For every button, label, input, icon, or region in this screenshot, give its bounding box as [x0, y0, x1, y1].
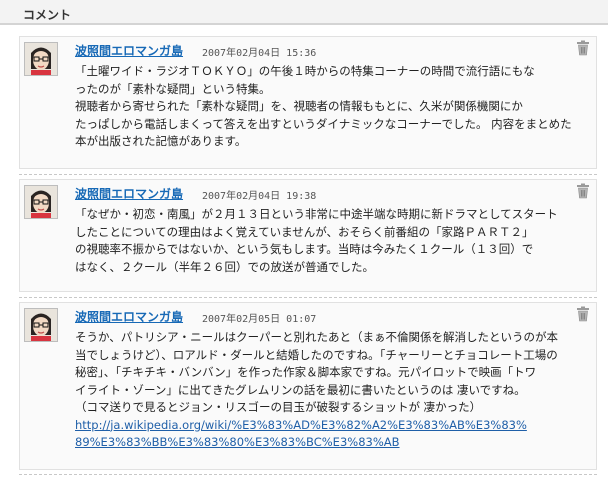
avatar[interactable]	[24, 42, 58, 76]
comment-author-link[interactable]: 波照間エロマンガ島	[75, 308, 183, 325]
comment-body: そうか、パトリシア・ニールはクーパーと別れたあと（まぁ不倫関係を解消したというの…	[75, 329, 588, 452]
trash-icon[interactable]	[576, 40, 590, 56]
comment-text-line: はなく、２クール（半年２６回）での放送が普通でした。	[75, 259, 374, 274]
comment-author-link[interactable]: 波照間エロマンガ島	[75, 42, 183, 59]
comment-separator	[19, 174, 597, 175]
comment-text-line: 本が出版された記憶があります。	[75, 134, 247, 148]
comment-body: 「土曜ワイド・ラジオＴＯＫＹＯ」の午後１時からの特集コーナーの時間で流行語にもな…	[75, 63, 588, 151]
comment-date: 2007年02月04日 15:36	[202, 48, 317, 59]
trash-icon[interactable]	[576, 306, 590, 322]
trash-icon[interactable]	[576, 183, 590, 199]
comment-text-line: たっぱしから電話しまくって答えを出すというダイナミックなコーナーでした。 内容を…	[75, 116, 572, 131]
comments-header: コメント	[0, 0, 608, 25]
comment-body: 「なぜか・初恋・南風」が２月１３日という非常に中途半端な時期に新ドラマとしてスタ…	[75, 206, 588, 276]
comment-item: 波照間エロマンガ島 2007年02月05日 01:07 そうか、パトリシア・ニー…	[19, 302, 597, 470]
comment-text-line: ったのが「素朴な疑問」という特集。	[75, 81, 271, 96]
comment-text-line: 「土曜ワイド・ラジオＴＯＫＹＯ」の午後１時からの特集コーナーの時間で流行語にもな	[75, 64, 535, 78]
comment-separator	[19, 297, 597, 298]
comment-date: 2007年02月04日 19:38	[202, 191, 317, 202]
comment-text-line: したことについての理由はよく覚えていませんが、おそらく前番組の「家路ＰＡＲＴ２」	[75, 224, 534, 239]
comment-date: 2007年02月05日 01:07	[202, 314, 317, 325]
comment-item: 波照間エロマンガ島 2007年02月04日 19:38 「なぜか・初恋・南風」が…	[19, 179, 597, 292]
comment-text-line: イライト・ゾーン」に出てきたグレムリンの話を最初に書いたというのは 凄いですね。	[75, 382, 526, 397]
section-title: コメント	[23, 8, 72, 22]
comment-text-line: 「なぜか・初恋・南風」が２月１３日という非常に中途半端な時期に新ドラマとしてスタ…	[75, 207, 558, 221]
wikipedia-link[interactable]: http://ja.wikipedia.org/wiki/%E3%83%AD%E…	[75, 417, 588, 435]
wikipedia-link[interactable]: 89%E3%83%BB%E3%83%80%E3%83%BC%E3%83%AB	[75, 434, 588, 452]
avatar[interactable]	[24, 185, 58, 219]
comment-author-link[interactable]: 波照間エロマンガ島	[75, 185, 183, 202]
avatar[interactable]	[24, 308, 58, 342]
comment-text-line: の視聴率不振からではないか、という気もします。当時は今みたく１クール（１３回）で	[75, 242, 534, 256]
comment-separator	[19, 474, 597, 475]
comment-text-line: （コマ送りで見るとジョン・リスゴーの目玉が破裂するショットが 凄かった）	[75, 400, 482, 414]
comment-text-line: 秘密」、「チキチキ・バンバン」を作った作家＆脚本家ですね。元パイロットで映画「ト…	[75, 365, 537, 379]
comment-text-line: 視聴者から寄せられた「素朴な疑問」を、視聴者の情報ももとに、久米が関係機関にか	[75, 99, 523, 113]
comment-text-line: そうか、パトリシア・ニールはクーパーと別れたあと（まぁ不倫関係を解消したというの…	[75, 330, 558, 344]
comment-item: 波照間エロマンガ島 2007年02月04日 15:36 「土曜ワイド・ラジオＴＯ…	[19, 36, 597, 169]
comment-text-line: 当でしょうけど）、ロアルド・ダールと結婚したのですね。「チャーリーとチョコレート…	[75, 347, 558, 362]
